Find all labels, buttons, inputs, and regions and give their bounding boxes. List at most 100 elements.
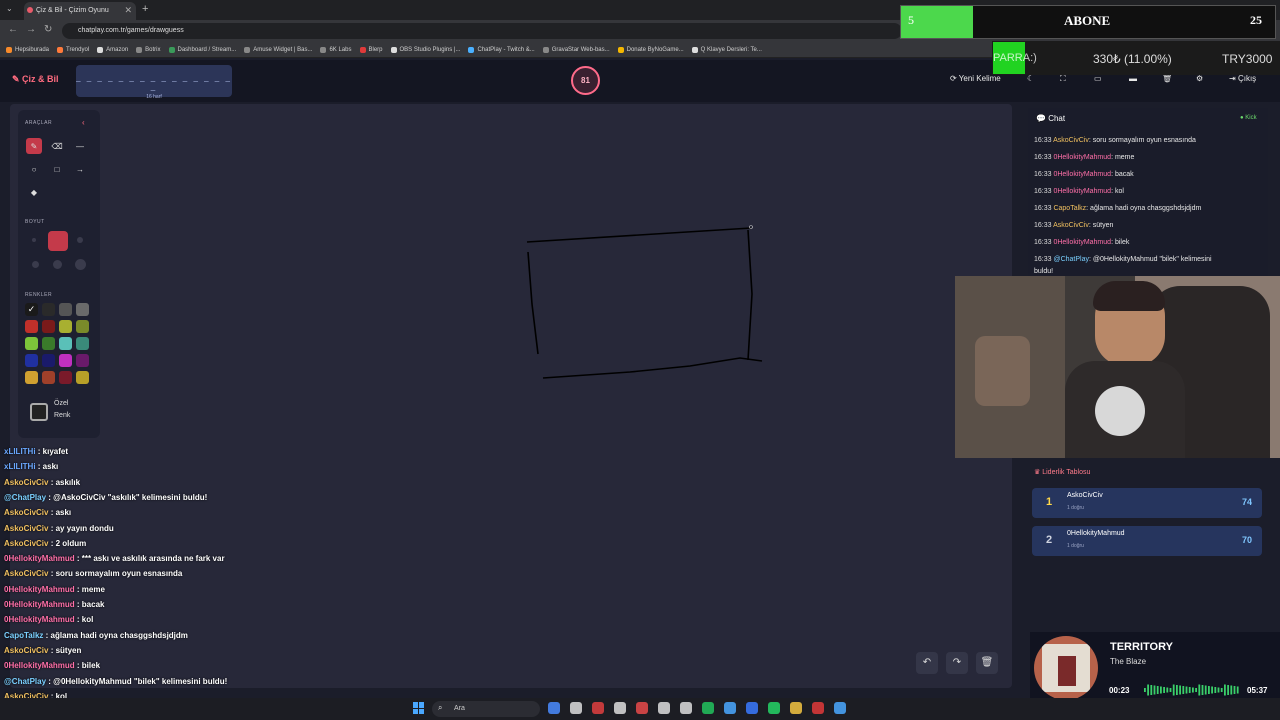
color-swatch[interactable] — [59, 354, 72, 367]
overlay-chat-line: 0HellokityMahmud : bacak — [4, 600, 104, 609]
forward-icon[interactable]: → — [26, 24, 36, 35]
taskbar-app-icon[interactable] — [834, 702, 846, 714]
chat-text: : bacak — [74, 600, 105, 609]
tab-search-icon[interactable]: ⌄ — [6, 4, 13, 13]
bookmark-item[interactable]: Amazon — [97, 46, 128, 53]
undo-icon[interactable]: ↶ — [916, 652, 938, 674]
theme-toggle-icon[interactable]: ☾ — [1027, 74, 1034, 83]
close-tab-icon[interactable]: ✕ — [124, 5, 132, 16]
reload-icon[interactable]: ↻ — [44, 24, 52, 35]
color-swatch[interactable] — [76, 303, 89, 316]
waveform-bar — [1224, 684, 1226, 696]
exit-button[interactable]: ⇥ Çıkış — [1229, 74, 1256, 83]
color-swatch[interactable] — [42, 320, 55, 333]
donation-target: TRY3000 — [1222, 52, 1273, 66]
layout-icon[interactable]: ▭ — [1094, 74, 1102, 83]
bookmark-item[interactable]: Blerp — [359, 46, 383, 53]
bookmark-item[interactable]: Botrix — [136, 46, 161, 53]
color-swatch[interactable] — [59, 337, 72, 350]
chat-text: : 2 oldum — [48, 538, 87, 548]
bookmark-item[interactable]: Trendyol — [57, 46, 89, 53]
color-swatch[interactable] — [76, 320, 89, 333]
fill-bucket-icon[interactable]: ◆ — [26, 184, 42, 200]
bookmark-item[interactable]: Amuse Widget | Bas... — [244, 46, 312, 53]
bookmark-item[interactable]: 6K Labs — [320, 46, 352, 53]
new-tab-button[interactable]: + — [142, 3, 148, 15]
taskbar-app-icon[interactable] — [790, 702, 802, 714]
color-swatch[interactable] — [42, 337, 55, 350]
color-swatch-selected[interactable]: ✓ — [25, 303, 38, 316]
redo-icon[interactable]: ↷ — [946, 652, 968, 674]
taskbar-app-icon[interactable] — [592, 702, 604, 714]
color-swatch[interactable] — [59, 320, 72, 333]
chat-username: @ChatPlay — [4, 492, 47, 502]
taskbar-app-icon[interactable] — [680, 702, 692, 714]
color-swatch[interactable] — [25, 354, 38, 367]
back-icon[interactable]: ← — [8, 24, 18, 35]
size-option-selected[interactable] — [48, 231, 68, 251]
color-swatch[interactable] — [76, 337, 89, 350]
bookmark-item[interactable]: Donate ByNoGame... — [617, 46, 684, 53]
bookmark-label: Donate ByNoGame... — [626, 46, 684, 53]
bookmark-item[interactable]: Q Klavye Dersleri: Te... — [691, 46, 762, 53]
arrow-tool-icon[interactable]: → — [72, 161, 88, 177]
collapse-panel-icon[interactable]: ‹ — [82, 118, 85, 127]
size-option[interactable] — [75, 259, 86, 270]
taskbar-search-label: Ara — [454, 705, 465, 712]
color-swatch[interactable] — [76, 371, 89, 384]
waveform-bar — [1195, 688, 1197, 692]
bookmark-item[interactable]: Dashboard / Stream... — [168, 46, 236, 53]
eraser-tool-icon[interactable]: ⌫ — [49, 138, 65, 154]
chat-text: : sütyen — [48, 645, 82, 655]
fullscreen-icon[interactable]: ⛶ — [1060, 74, 1066, 84]
chat-message: 16:33 0HellokityMahmud: bacak — [1034, 171, 1134, 178]
taskbar-app-icon[interactable] — [702, 702, 714, 714]
taskbar-app-icon[interactable] — [658, 702, 670, 714]
bookmark-item[interactable]: ChatPlay - Twitch &... — [468, 46, 535, 53]
browser-tab[interactable]: Çiz & Bil - Çizim Oyunu ✕ — [24, 2, 136, 20]
taskbar-app-icon[interactable] — [812, 702, 824, 714]
bookmark-item[interactable]: Hepsiburada — [6, 46, 49, 53]
color-swatch[interactable] — [76, 354, 89, 367]
taskbar-app-icon[interactable] — [570, 702, 582, 714]
waveform-bar — [1198, 684, 1201, 696]
color-swatch[interactable] — [25, 320, 38, 333]
url-field[interactable]: chatplay.com.tr/games/drawguess — [62, 23, 902, 39]
overlay-chat-line: CapoTalkz : ağlama hadi oyna chasggshdsj… — [4, 631, 188, 640]
taskbar-search[interactable]: Ara — [432, 701, 540, 717]
taskbar-app-icon[interactable] — [746, 702, 758, 714]
chat-username: xLILITHi — [4, 447, 36, 456]
size-option[interactable] — [77, 237, 83, 243]
clear-canvas-icon[interactable]: 🗑 — [976, 652, 998, 674]
settings-gear-icon[interactable]: ⚙ — [1196, 74, 1203, 83]
taskbar-app-icon[interactable] — [614, 702, 626, 714]
rectangle-tool-icon[interactable]: □ — [49, 161, 65, 177]
trash-header-icon[interactable]: 🗑 — [1162, 74, 1172, 83]
size-option[interactable] — [32, 261, 39, 268]
line-tool-icon[interactable]: — — [72, 138, 88, 154]
color-swatch[interactable] — [59, 371, 72, 384]
start-menu-icon[interactable] — [413, 702, 425, 714]
color-swatch[interactable] — [25, 371, 38, 384]
custom-color-button[interactable] — [30, 403, 48, 421]
color-swatch[interactable] — [42, 354, 55, 367]
bookmark-item[interactable]: OBS Studio Plugins |... — [390, 46, 460, 53]
panel-icon[interactable]: ▬ — [1129, 74, 1137, 83]
color-swatch[interactable] — [42, 371, 55, 384]
bookmark-item[interactable]: GravaStar Web-bas... — [542, 46, 610, 53]
color-swatch[interactable] — [25, 337, 38, 350]
brush-tool-icon[interactable]: ✎ — [26, 138, 42, 154]
size-option[interactable] — [53, 260, 62, 269]
app-logo[interactable]: ✎ Çiz & Bil — [12, 74, 59, 85]
new-word-button[interactable]: ⟳ Yeni Kelime — [950, 74, 1001, 83]
chat-text: : ağlama hadi oyna chasggshdsjdjdm — [1086, 205, 1202, 212]
size-option[interactable] — [32, 238, 36, 242]
taskbar-app-icon[interactable] — [548, 702, 560, 714]
color-swatch[interactable] — [59, 303, 72, 316]
taskbar-app-icon[interactable] — [768, 702, 780, 714]
circle-tool-icon[interactable]: ○ — [26, 161, 42, 177]
bookmark-favicon-icon — [468, 46, 475, 53]
color-swatch[interactable] — [42, 303, 55, 316]
taskbar-app-icon[interactable] — [636, 702, 648, 714]
taskbar-app-icon[interactable] — [724, 702, 736, 714]
